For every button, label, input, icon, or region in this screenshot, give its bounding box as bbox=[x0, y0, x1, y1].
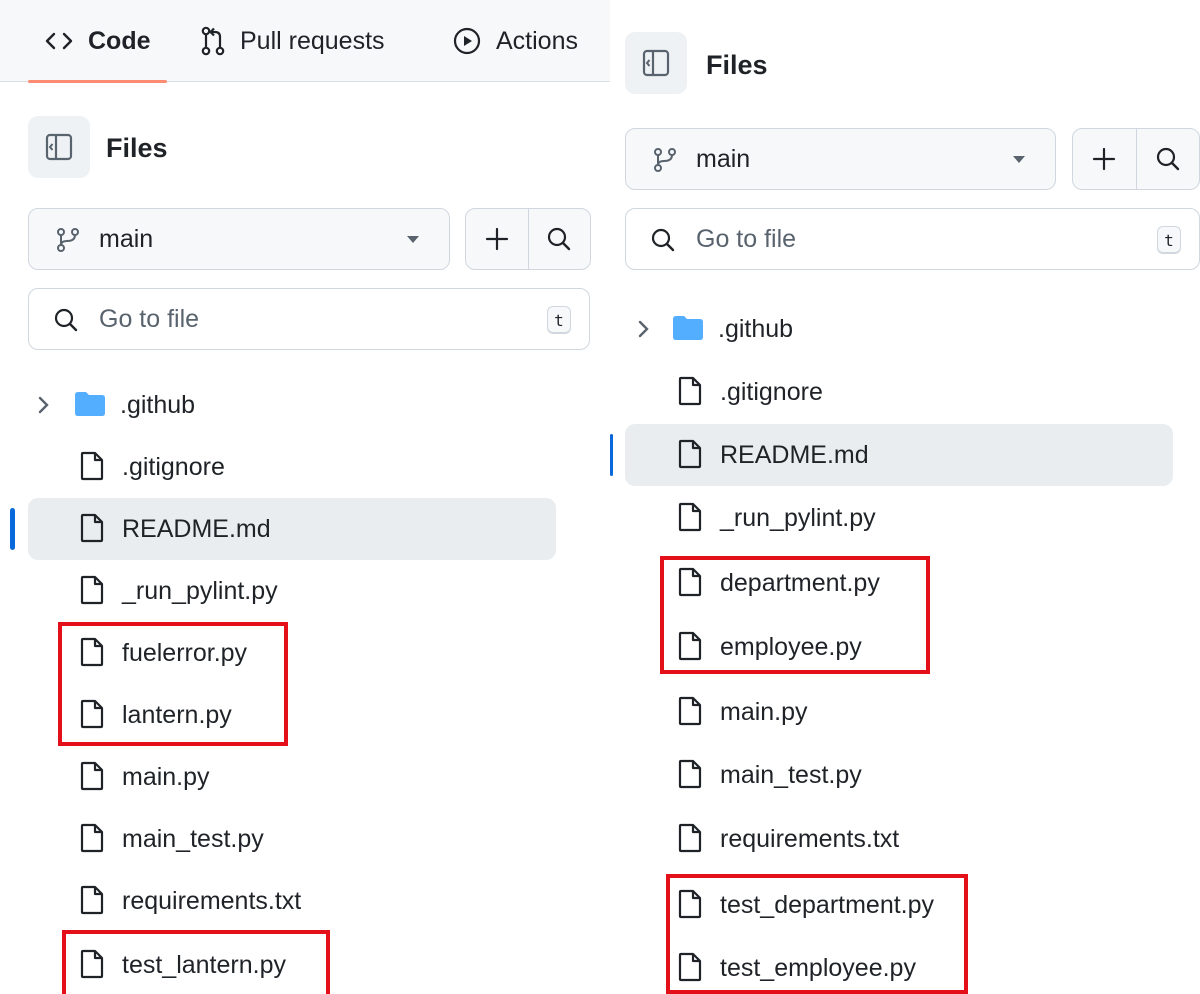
add-file-button[interactable] bbox=[1073, 129, 1136, 189]
file-icon bbox=[678, 439, 702, 469]
add-file-button[interactable] bbox=[466, 209, 528, 269]
files-title: Files bbox=[106, 133, 168, 163]
tree-item-label: main_test.py bbox=[720, 760, 862, 789]
chevron-right-icon bbox=[38, 396, 49, 414]
go-to-file-input[interactable]: Go to file t bbox=[28, 288, 590, 350]
tree-item-label: .github bbox=[120, 390, 196, 419]
tree-item-label: main.py bbox=[122, 762, 210, 791]
files-title: Files bbox=[706, 50, 768, 80]
tree-item-label: .gitignore bbox=[122, 452, 225, 481]
go-to-file-placeholder: Go to file bbox=[99, 304, 200, 333]
right-file-panel: Files main Go to file t .github .gitigno… bbox=[610, 0, 1200, 994]
repo-nav-tabs: Code Pull requests Actions bbox=[0, 0, 610, 83]
chevron-right-icon bbox=[638, 320, 649, 338]
tab-actions-label: Actions bbox=[496, 26, 578, 55]
toggle-file-tree-button[interactable] bbox=[28, 116, 90, 178]
git-pull-request-icon bbox=[201, 26, 225, 56]
highlight-box bbox=[660, 556, 930, 674]
file-icon bbox=[80, 761, 104, 791]
active-tab-underline bbox=[28, 80, 167, 83]
file-icon bbox=[678, 502, 702, 532]
keyboard-shortcut-hint: t bbox=[547, 306, 571, 334]
tree-item-label: README.md bbox=[720, 440, 869, 469]
keyboard-shortcut-hint: t bbox=[1157, 226, 1181, 254]
file-icon bbox=[678, 696, 702, 726]
selected-row-indicator bbox=[10, 508, 15, 550]
file-icon bbox=[678, 823, 702, 853]
file-icon bbox=[678, 376, 702, 406]
selected-row-background bbox=[625, 424, 1173, 486]
sidebar-collapse-icon bbox=[642, 49, 670, 77]
screenshot-composite: Code Pull requests Actions Files main Go… bbox=[0, 0, 1200, 994]
chevron-down-icon bbox=[1013, 156, 1025, 163]
search-icon bbox=[548, 227, 571, 251]
branch-name: main bbox=[99, 224, 154, 253]
play-icon bbox=[453, 27, 481, 55]
go-to-file-input[interactable]: Go to file t bbox=[625, 208, 1200, 270]
branch-selector[interactable]: main bbox=[625, 128, 1056, 190]
tab-pull-requests[interactable]: Pull requests bbox=[200, 0, 385, 82]
go-to-file-placeholder: Go to file bbox=[696, 224, 797, 253]
file-icon bbox=[80, 885, 104, 915]
tree-item-label: main_test.py bbox=[122, 824, 264, 853]
file-icon bbox=[80, 575, 104, 605]
branch-name: main bbox=[696, 144, 751, 173]
plus-icon bbox=[1093, 147, 1116, 171]
tree-item-label: requirements.txt bbox=[122, 886, 302, 915]
toggle-file-tree-button[interactable] bbox=[625, 32, 687, 94]
tree-item-label: .gitignore bbox=[720, 377, 823, 406]
branch-selector[interactable]: main bbox=[28, 208, 450, 270]
sidebar-collapse-icon bbox=[45, 133, 73, 161]
tree-item-label: main.py bbox=[720, 697, 808, 726]
file-actions-group bbox=[465, 208, 591, 270]
git-branch-icon bbox=[654, 148, 676, 172]
file-actions-group bbox=[1072, 128, 1200, 190]
tree-item-label: _run_pylint.py bbox=[720, 503, 876, 532]
search-icon bbox=[651, 228, 675, 252]
tree-item-label: _run_pylint.py bbox=[122, 576, 278, 605]
search-code-button[interactable] bbox=[1135, 129, 1200, 189]
tab-pull-requests-label: Pull requests bbox=[240, 26, 385, 55]
git-branch-icon bbox=[57, 228, 79, 252]
search-icon bbox=[1156, 147, 1179, 171]
folder-icon bbox=[673, 316, 703, 340]
code-icon bbox=[45, 32, 73, 50]
search-icon bbox=[54, 308, 78, 332]
selected-row-background bbox=[28, 498, 556, 560]
tree-item-label: README.md bbox=[122, 514, 271, 543]
file-icon bbox=[80, 451, 104, 481]
chevron-down-icon bbox=[407, 236, 419, 243]
plus-icon bbox=[485, 227, 508, 251]
file-icon bbox=[80, 513, 104, 543]
tree-item-label: .github bbox=[718, 314, 794, 343]
folder-icon bbox=[75, 392, 105, 416]
search-code-button[interactable] bbox=[527, 209, 591, 269]
highlight-box bbox=[666, 874, 968, 994]
selected-row-indicator bbox=[610, 434, 613, 476]
tab-actions[interactable]: Actions bbox=[452, 0, 578, 82]
highlight-box bbox=[58, 622, 288, 746]
left-file-panel: Code Pull requests Actions Files main Go… bbox=[0, 0, 610, 994]
file-icon bbox=[678, 759, 702, 789]
file-icon bbox=[80, 823, 104, 853]
tab-code[interactable]: Code bbox=[28, 0, 167, 83]
tab-code-label: Code bbox=[88, 26, 151, 55]
highlight-box bbox=[62, 930, 330, 994]
tree-item-label: requirements.txt bbox=[720, 824, 900, 853]
